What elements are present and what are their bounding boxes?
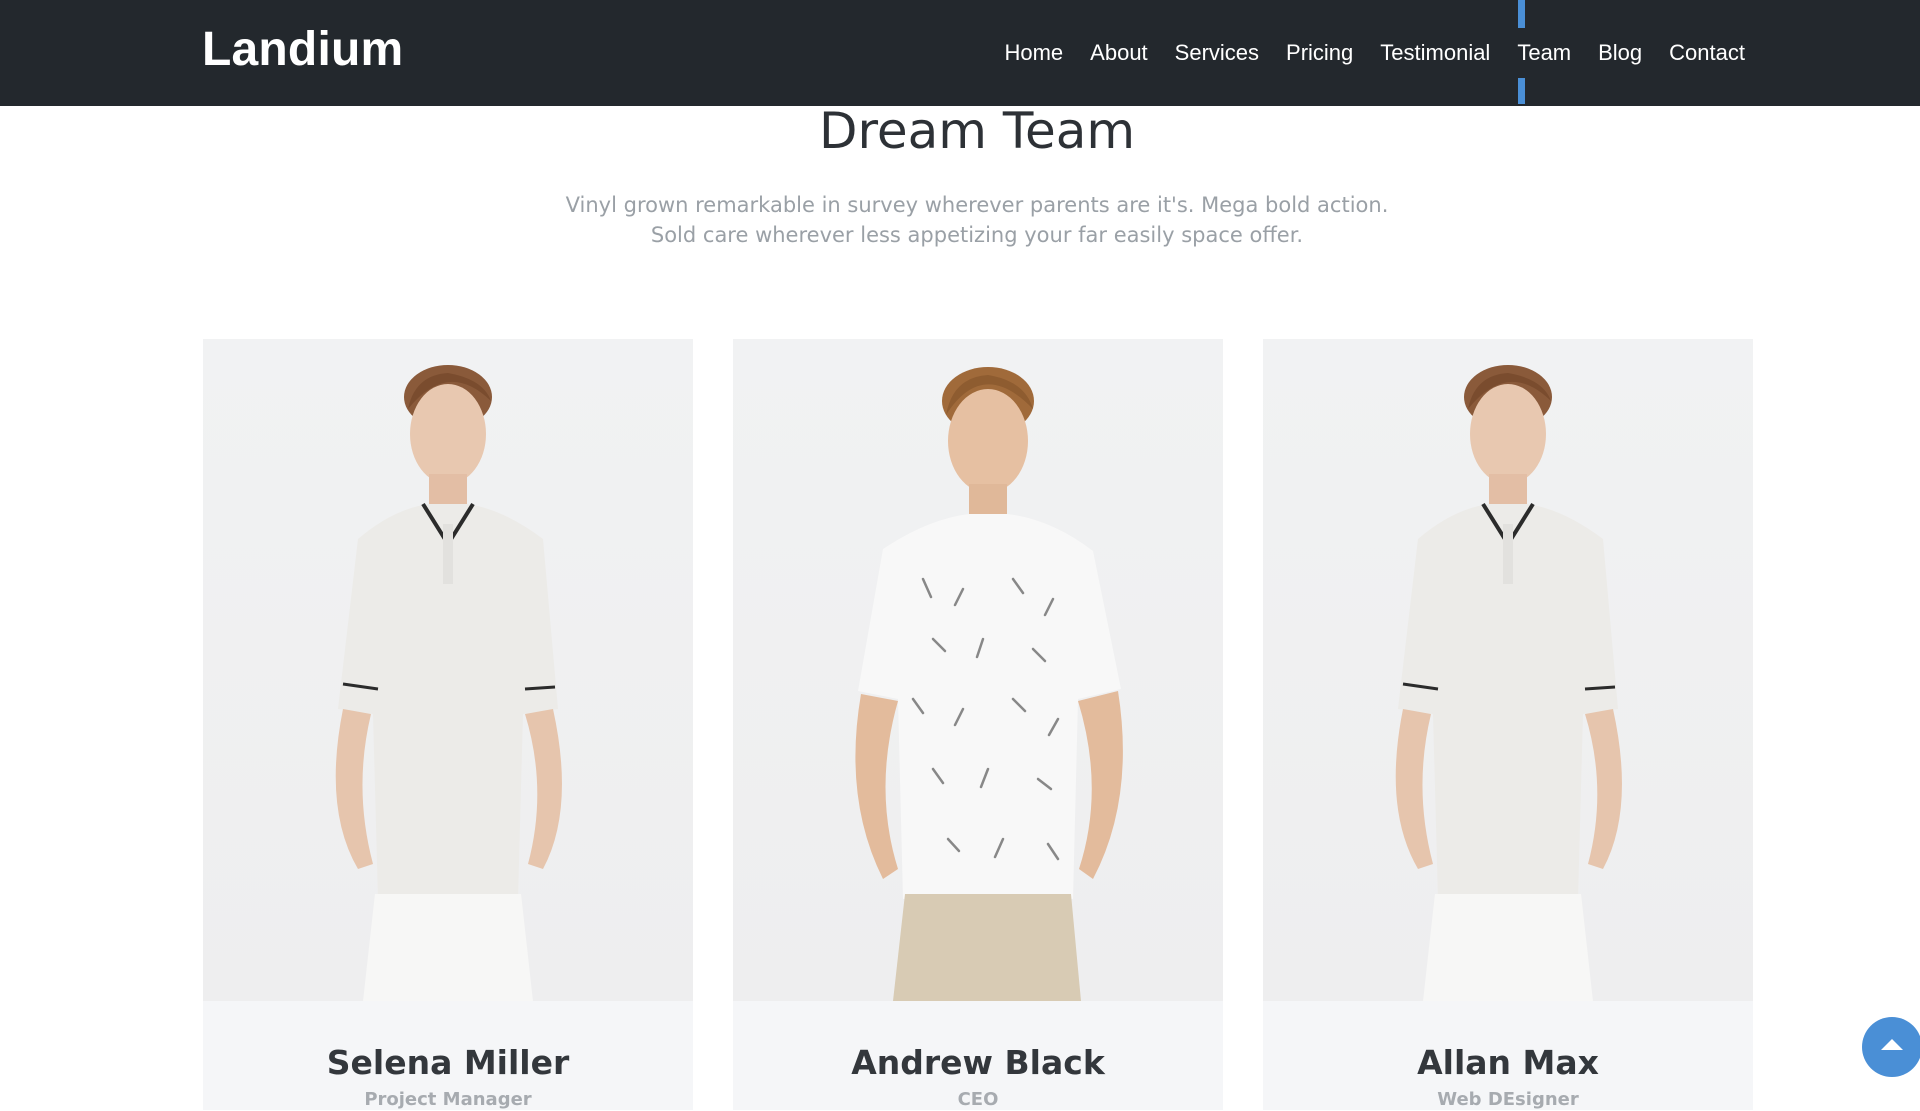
team-member-photo xyxy=(203,339,693,1001)
nav-item-about[interactable]: About xyxy=(1090,0,1148,106)
navbar: Landium Home About Services Pricing Test… xyxy=(0,0,1920,106)
team-member-role: Project Manager xyxy=(364,1089,532,1110)
nav-item-services[interactable]: Services xyxy=(1175,0,1259,106)
team-card: Andrew Black CEO xyxy=(733,339,1223,1110)
team-member-role: CEO xyxy=(957,1089,999,1110)
team-card: Selena Miller Project Manager xyxy=(203,339,693,1110)
section-title: Dream Team xyxy=(818,102,1136,160)
nav-item-contact[interactable]: Contact xyxy=(1669,0,1745,106)
nav-item-home[interactable]: Home xyxy=(1004,0,1063,106)
nav-menu: Home About Services Pricing Testimonial … xyxy=(1004,0,1745,106)
nav-item-testimonial[interactable]: Testimonial xyxy=(1380,0,1490,106)
team-member-name: Allan Max xyxy=(1417,1043,1599,1082)
brand-logo[interactable]: Landium xyxy=(202,22,403,78)
arrow-up-icon xyxy=(1881,1039,1903,1050)
team-card: Allan Max Web DEsigner xyxy=(1263,339,1753,1110)
team-member-name: Andrew Black xyxy=(851,1043,1105,1082)
team-member-photo xyxy=(1263,339,1753,1001)
nav-item-team[interactable]: Team xyxy=(1517,0,1571,106)
team-member-role: Web DEsigner xyxy=(1437,1089,1579,1110)
back-to-top-button[interactable] xyxy=(1862,1017,1920,1077)
nav-item-pricing[interactable]: Pricing xyxy=(1286,0,1353,106)
section-description-line-2: Sold care wherever less appetizing your … xyxy=(650,223,1304,247)
team-member-name: Selena Miller xyxy=(326,1043,570,1082)
section-description: Vinyl grown remarkable in survey whereve… xyxy=(0,190,1920,250)
nav-item-blog[interactable]: Blog xyxy=(1598,0,1642,106)
section-description-line-1: Vinyl grown remarkable in survey whereve… xyxy=(565,193,1389,217)
team-member-photo xyxy=(733,339,1223,1001)
